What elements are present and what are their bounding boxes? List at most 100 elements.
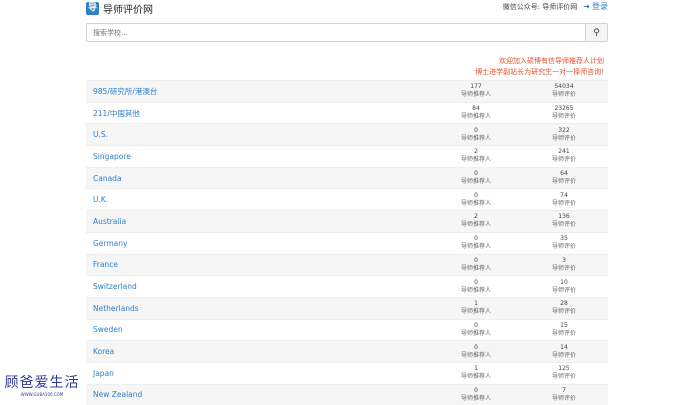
recommender-count: 0 xyxy=(474,278,478,286)
login-button[interactable]: ➜ 登录 xyxy=(583,1,608,12)
school-row[interactable]: Germany 0 导师推荐人 35 导师评价 xyxy=(86,231,608,254)
recommender-count: 0 xyxy=(474,256,478,264)
school-category-link[interactable]: Canada xyxy=(86,174,432,183)
school-category-link[interactable]: France xyxy=(86,260,432,269)
review-count: 10 xyxy=(560,278,568,286)
review-count-cell: 35 导师评价 xyxy=(520,235,608,251)
school-row[interactable]: Netherlands 1 导师推荐人 28 导师评价 xyxy=(86,296,608,319)
top-right-area: 微信公众号: 导师评价网 ➜ 登录 xyxy=(503,1,608,12)
school-category-link[interactable]: 985/研究所/港澳台 xyxy=(86,86,432,97)
school-list: 985/研究所/港澳台 177 导师推荐人 54034 导师评价 211/中国其他 84 导师… xyxy=(86,80,608,405)
review-count-cell: 28 导师评价 xyxy=(520,300,608,316)
recommender-count-label: 导师推荐人 xyxy=(460,329,491,337)
school-row[interactable]: Japan 1 导师推荐人 125 导师评价 xyxy=(86,361,608,384)
review-count: 35 xyxy=(560,235,568,243)
recommender-count-cell: 0 导师推荐人 xyxy=(432,257,520,273)
recommender-count-cell: 0 导师推荐人 xyxy=(432,322,520,338)
recommender-count: 0 xyxy=(474,126,478,134)
recommender-count: 0 xyxy=(474,235,478,243)
recommender-count-label: 导师推荐人 xyxy=(460,373,491,381)
school-category-link[interactable]: New Zealand xyxy=(86,390,432,399)
recommender-count: 84 xyxy=(472,105,480,113)
school-category-link[interactable]: Germany xyxy=(86,239,432,248)
recommender-count-label: 导师推荐人 xyxy=(460,91,491,99)
recommender-count: 0 xyxy=(474,386,478,394)
school-row[interactable]: Singapore 2 导师推荐人 241 导师评价 xyxy=(86,145,608,167)
school-row[interactable]: Australia 2 导师推荐人 136 导师评价 xyxy=(86,210,608,232)
review-count-cell: 10 导师评价 xyxy=(520,279,608,295)
recommender-count-label: 导师推荐人 xyxy=(460,221,491,229)
recommender-count-cell: 0 导师推荐人 xyxy=(432,192,520,208)
recommender-count-cell: 1 导师推荐人 xyxy=(432,300,520,316)
review-count: 3 xyxy=(562,256,566,264)
brand[interactable]: 导 导师评价网 xyxy=(86,0,153,16)
recommender-count-cell: 2 导师推荐人 xyxy=(432,148,520,164)
recommender-count: 0 xyxy=(474,343,478,351)
promo-banner[interactable]: 欢迎加入硕博有信导师推荐人计划 博士进学副站长为研究生一对一择师咨询! xyxy=(475,56,604,78)
recommender-count-cell: 0 导师推荐人 xyxy=(432,235,520,251)
recommender-count-cell: 1 导师推荐人 xyxy=(432,365,520,381)
school-row[interactable]: Switzerland 0 导师推荐人 10 导师评价 xyxy=(86,275,608,297)
review-count-label: 导师评价 xyxy=(551,178,576,186)
school-category-link[interactable]: Japan xyxy=(86,369,432,378)
school-row[interactable]: France 0 导师推荐人 3 导师评价 xyxy=(86,253,608,276)
review-count-label: 导师评价 xyxy=(551,286,576,294)
school-category-link[interactable]: Sweden xyxy=(86,325,432,334)
review-count-label: 导师评价 xyxy=(551,264,576,272)
review-count-cell: 241 导师评价 xyxy=(520,148,608,164)
review-count-label: 导师评价 xyxy=(551,308,576,316)
recommender-count-cell: 0 导师推荐人 xyxy=(432,387,520,403)
review-count-cell: 23265 导师评价 xyxy=(520,105,608,121)
review-count-label: 导师评价 xyxy=(551,113,576,121)
school-category-link[interactable]: 211/中国其他 xyxy=(86,108,432,119)
recommender-count-label: 导师推荐人 xyxy=(460,243,491,251)
recommender-count-label: 导师推荐人 xyxy=(460,113,491,121)
search-bar: ⚲ xyxy=(86,23,608,42)
school-row[interactable]: 211/中国其他 84 导师推荐人 23265 导师评价 xyxy=(86,101,608,124)
school-row[interactable]: Sweden 0 导师推荐人 15 导师评价 xyxy=(86,318,608,341)
recommender-count-label: 导师推荐人 xyxy=(460,178,491,186)
top-navbar: 导 导师评价网 微信公众号: 导师评价网 ➜ 登录 xyxy=(0,0,690,16)
recommender-count-label: 导师推荐人 xyxy=(460,199,491,207)
school-category-link[interactable]: Australia xyxy=(86,217,432,226)
recommender-count-cell: 0 导师推荐人 xyxy=(432,170,520,186)
search-input[interactable] xyxy=(87,24,585,41)
wechat-account-text: 微信公众号: 导师评价网 xyxy=(502,2,578,11)
school-row[interactable]: U.S. 0 导师推荐人 322 导师评价 xyxy=(86,123,608,146)
promo-line-2[interactable]: 博士进学副站长为研究生一对一择师咨询! xyxy=(475,67,604,78)
review-count-cell: 7 导师评价 xyxy=(520,387,608,403)
school-category-link[interactable]: U.K. xyxy=(86,195,432,204)
school-category-link[interactable]: U.S. xyxy=(86,130,432,139)
site-name[interactable]: 导师评价网 xyxy=(103,1,153,16)
recommender-count-cell: 177 导师推荐人 xyxy=(432,83,520,99)
recommender-count-label: 导师推荐人 xyxy=(460,286,491,294)
school-row[interactable]: Korea 0 导师推荐人 14 导师评价 xyxy=(86,340,608,362)
review-count-label: 导师评价 xyxy=(551,351,576,359)
school-category-link[interactable]: Singapore xyxy=(86,152,432,161)
school-row[interactable]: U.K. 0 导师推荐人 74 导师评价 xyxy=(86,188,608,210)
review-count-cell: 54034 导师评价 xyxy=(520,83,608,99)
watermark-text: 顾爸爱生活 xyxy=(4,375,80,391)
recommender-count-label: 导师推荐人 xyxy=(460,134,491,142)
school-row[interactable]: New Zealand 0 导师推荐人 7 导师评价 xyxy=(86,383,608,405)
promo-line-1[interactable]: 欢迎加入硕博有信导师推荐人计划 xyxy=(475,56,604,67)
review-count-cell: 125 导师评价 xyxy=(520,365,608,381)
review-count-cell: 64 导师评价 xyxy=(520,170,608,186)
recommender-count: 0 xyxy=(474,321,478,329)
review-count: 64 xyxy=(560,170,568,178)
school-row[interactable]: Canada 0 导师推荐人 64 导师评价 xyxy=(86,166,608,189)
recommender-count: 0 xyxy=(474,170,478,178)
recommender-count-label: 导师推荐人 xyxy=(460,156,491,164)
review-count: 7 xyxy=(562,386,566,394)
review-count-label: 导师评价 xyxy=(551,134,576,142)
search-icon: ⚲ xyxy=(593,27,600,38)
school-category-link[interactable]: Switzerland xyxy=(86,282,432,291)
search-button[interactable]: ⚲ xyxy=(585,24,607,41)
watermark-url: WWW.GUBA100.COM xyxy=(20,392,64,397)
school-row[interactable]: 985/研究所/港澳台 177 导师推荐人 54034 导师评价 xyxy=(86,80,608,102)
recommender-count-cell: 0 导师推荐人 xyxy=(432,127,520,143)
review-count-label: 导师评价 xyxy=(551,199,576,207)
school-category-link[interactable]: Korea xyxy=(86,347,432,356)
school-category-link[interactable]: Netherlands xyxy=(86,304,432,313)
review-count-label: 导师评价 xyxy=(551,156,576,164)
